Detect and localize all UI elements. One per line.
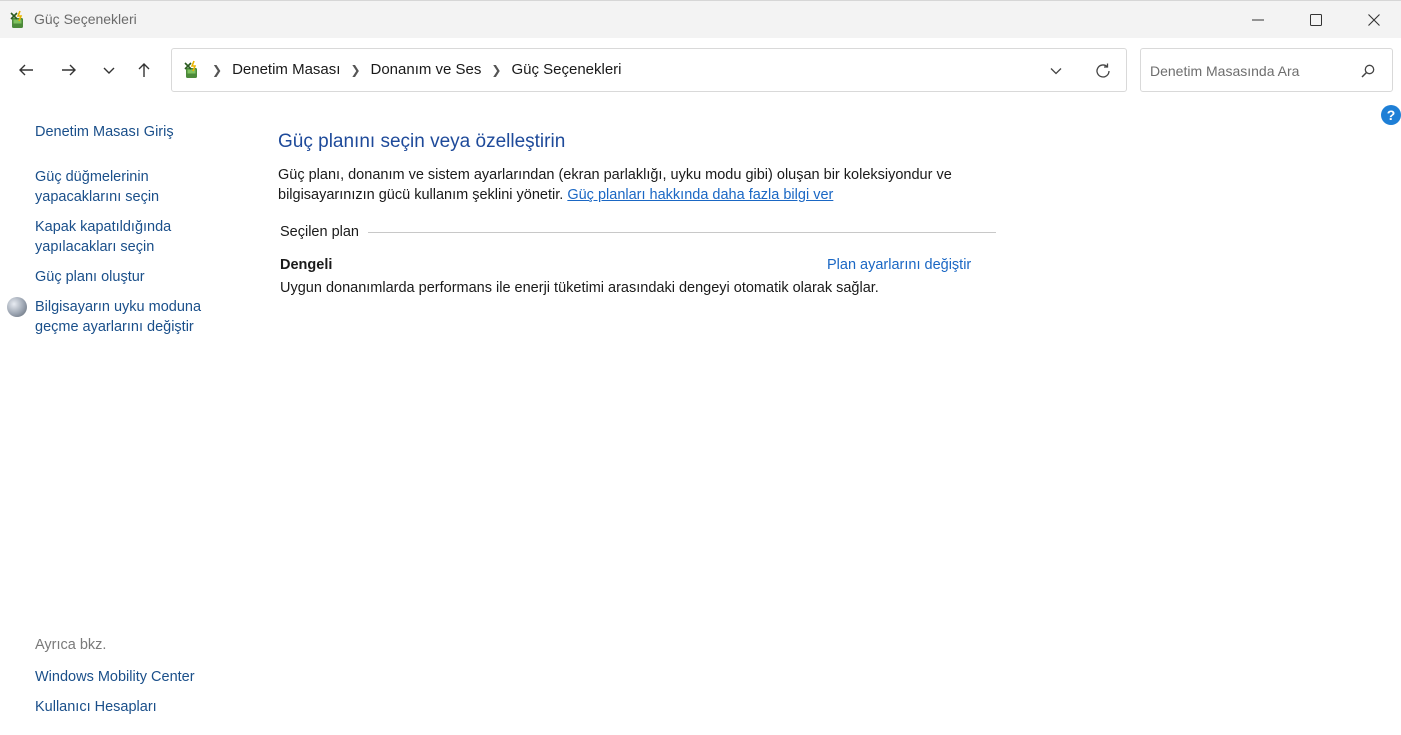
- navigation-bar: ❯ Denetim Masası ❯ Donanım ve Ses ❯ Güç …: [0, 38, 1401, 102]
- power-options-icon: [8, 10, 28, 30]
- back-button[interactable]: [9, 52, 43, 88]
- breadcrumb: ❯ Denetim Masası ❯ Donanım ve Ses ❯ Güç …: [210, 61, 630, 78]
- address-history-button[interactable]: [1042, 61, 1070, 81]
- selected-plan-label: Seçilen plan: [280, 224, 367, 240]
- page-title: Güç planını seçin veya özelleştirin: [278, 131, 566, 152]
- page-description: Güç planı, donanım ve sistem ayarlarında…: [278, 165, 998, 205]
- sleep-moon-icon: [7, 297, 27, 317]
- change-plan-settings-link[interactable]: Plan ayarlarını değiştir: [827, 257, 971, 273]
- learn-more-link[interactable]: Güç planları hakkında daha fazla bilgi v…: [567, 187, 833, 203]
- see-also-heading: Ayrıca bkz.: [35, 637, 107, 653]
- arrow-left-icon: [19, 64, 33, 76]
- search-box: [1140, 48, 1393, 92]
- breadcrumb-item[interactable]: Güç Seçenekleri: [511, 61, 621, 78]
- arrow-up-icon: [138, 63, 150, 77]
- minimize-icon: [1252, 19, 1264, 21]
- search-input[interactable]: [1150, 60, 1350, 82]
- plan-description: Uygun donanımlarda performans ile enerji…: [280, 280, 879, 296]
- window-title: Güç Seçenekleri: [34, 11, 137, 27]
- sidebar-link-mobility-center[interactable]: Windows Mobility Center: [35, 667, 195, 687]
- sidebar: Denetim Masası Giriş Güç düğmelerinin ya…: [0, 102, 240, 735]
- recent-locations-button[interactable]: [92, 52, 126, 88]
- refresh-icon: [1096, 63, 1110, 78]
- close-icon: [1368, 14, 1380, 26]
- chevron-down-icon: [103, 67, 115, 74]
- sidebar-link-create-plan[interactable]: Güç planı oluştur: [35, 267, 145, 287]
- plan-name: Dengeli: [280, 257, 333, 273]
- chevron-right-icon[interactable]: ❯: [491, 63, 501, 77]
- breadcrumb-item[interactable]: Donanım ve Ses: [371, 61, 482, 78]
- sidebar-link-lid-close[interactable]: Kapak kapatıldığında yapılacakları seçin: [35, 217, 225, 257]
- forward-button[interactable]: [52, 52, 86, 88]
- minimize-button[interactable]: [1229, 1, 1287, 39]
- help-icon[interactable]: ?: [1381, 105, 1401, 125]
- breadcrumb-item[interactable]: Denetim Masası: [232, 61, 340, 78]
- close-button[interactable]: [1345, 1, 1401, 39]
- chevron-down-icon: [1050, 68, 1062, 75]
- title-bar: Güç Seçenekleri: [0, 0, 1401, 38]
- refresh-button[interactable]: [1090, 60, 1116, 82]
- up-button[interactable]: [127, 52, 161, 88]
- arrow-right-icon: [62, 64, 76, 76]
- sidebar-link-control-panel-home[interactable]: Denetim Masası Giriş: [35, 122, 174, 142]
- address-bar[interactable]: ❯ Denetim Masası ❯ Donanım ve Ses ❯ Güç …: [171, 48, 1127, 92]
- group-divider: [368, 232, 996, 233]
- sidebar-link-user-accounts[interactable]: Kullanıcı Hesapları: [35, 697, 157, 717]
- sidebar-link-sleep-settings[interactable]: Bilgisayarın uyku moduna geçme ayarların…: [35, 297, 225, 337]
- chevron-right-icon[interactable]: ❯: [212, 63, 222, 77]
- power-options-icon: [182, 60, 202, 80]
- maximize-button[interactable]: [1287, 1, 1345, 39]
- chevron-right-icon[interactable]: ❯: [350, 63, 360, 77]
- sidebar-link-power-buttons[interactable]: Güç düğmelerinin yapacaklarını seçin: [35, 167, 215, 207]
- search-icon[interactable]: [1359, 62, 1377, 80]
- maximize-icon: [1310, 14, 1322, 26]
